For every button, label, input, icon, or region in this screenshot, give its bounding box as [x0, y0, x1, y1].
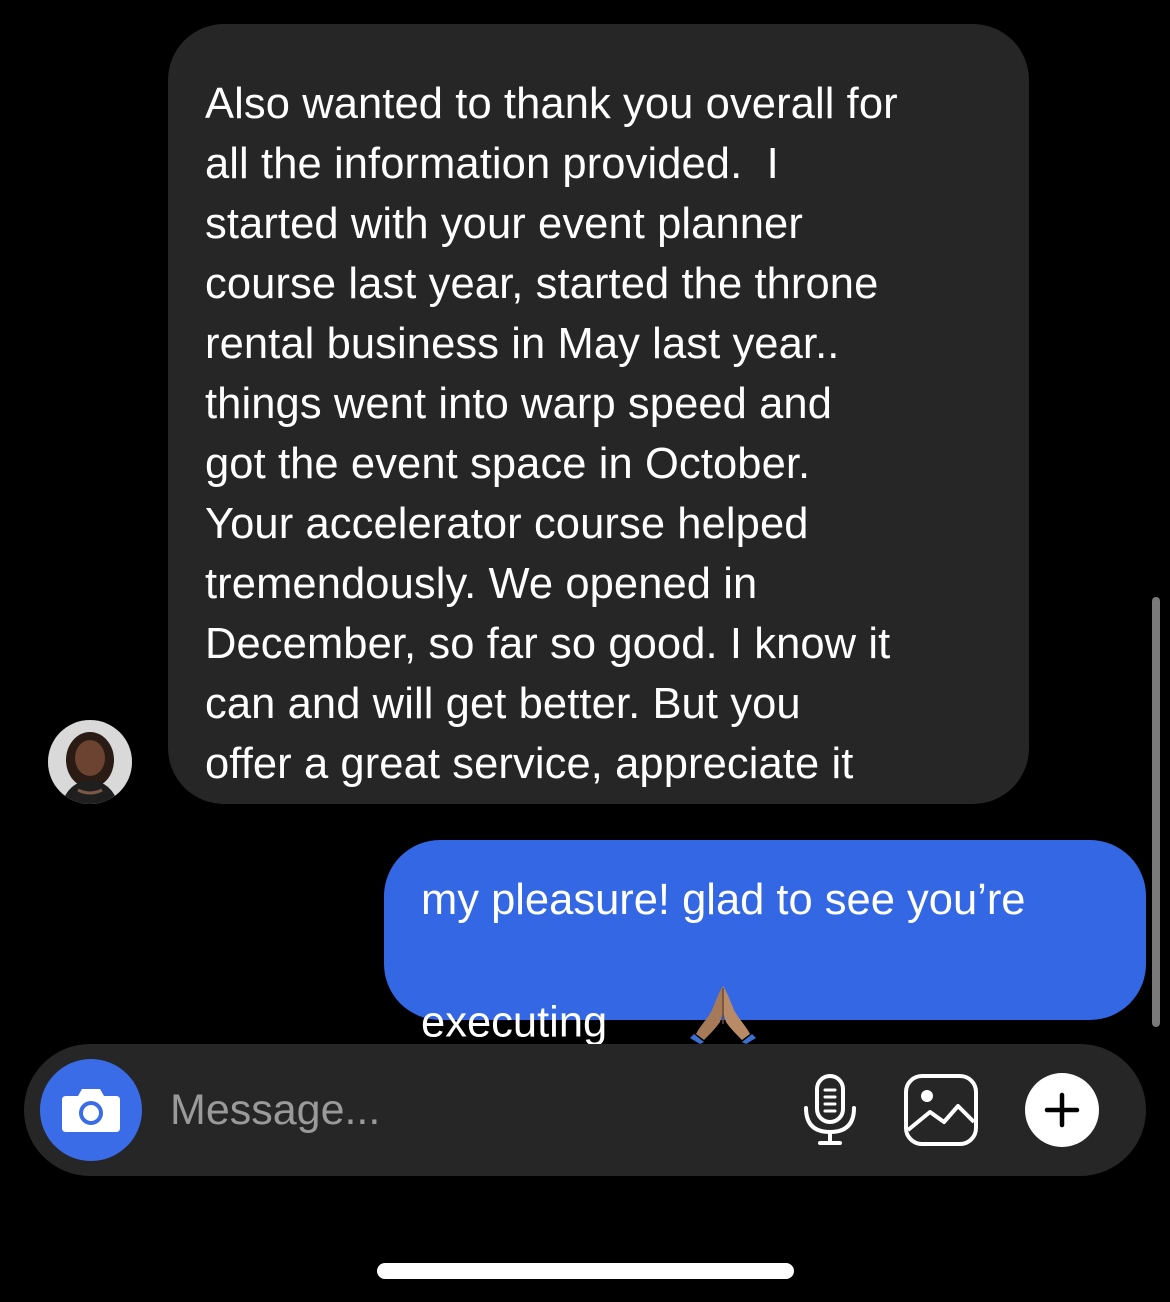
- sender-avatar[interactable]: [48, 720, 132, 804]
- message-line: rental business in May last year..: [205, 320, 840, 368]
- microphone-button[interactable]: [800, 1072, 860, 1148]
- message-line: can and will get better. But you: [205, 680, 801, 728]
- message-line: offer a great service, appreciate it: [205, 740, 854, 788]
- message-input[interactable]: [170, 1082, 770, 1138]
- message-line: Your accelerator course helped: [205, 500, 809, 548]
- image-gallery-icon: [904, 1074, 978, 1146]
- home-indicator[interactable]: [377, 1263, 794, 1279]
- message-line: got the event space in October.: [205, 440, 811, 488]
- message-line: course last year, started the throne: [205, 260, 879, 308]
- avatar-photo-icon: [48, 720, 132, 804]
- gallery-button[interactable]: [902, 1072, 980, 1148]
- camera-button[interactable]: [40, 1059, 142, 1161]
- incoming-message-bubble[interactable]: Also wanted to thank you overall for all…: [168, 24, 1029, 804]
- message-composer: [24, 1044, 1146, 1176]
- message-line: December, so far so good. I know it: [205, 620, 891, 668]
- camera-icon: [62, 1089, 120, 1132]
- message-line: things went into warp speed and: [205, 380, 833, 428]
- microphone-icon: [804, 1074, 856, 1145]
- outgoing-message-bubble[interactable]: my pleasure! glad to see you’re executin…: [384, 840, 1146, 1046]
- message-line: my pleasure! glad to see you’re: [421, 876, 1026, 924]
- add-attachment-button[interactable]: [1025, 1073, 1099, 1147]
- message-line: tremendously. We opened in: [205, 560, 758, 608]
- message-line: executing: [421, 998, 608, 1047]
- plus-icon: [1044, 1092, 1080, 1128]
- message-line: Also wanted to thank you overall for: [205, 80, 898, 128]
- scrollbar[interactable]: [1152, 597, 1160, 1027]
- message-line: started with your event planner: [205, 200, 803, 248]
- message-line: all the information provided. I: [205, 140, 779, 188]
